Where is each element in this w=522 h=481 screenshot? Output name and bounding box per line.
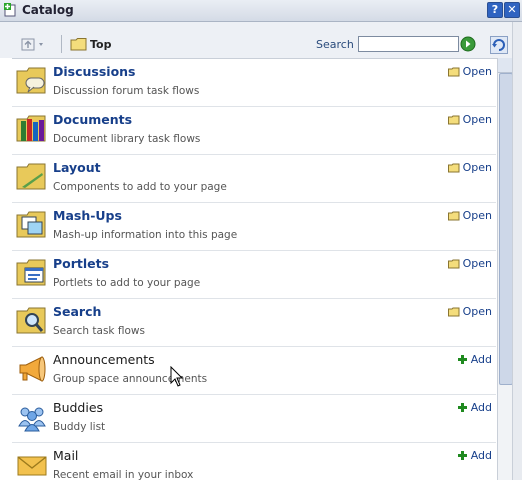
- catalog-toolbar: Top Search: [0, 22, 522, 58]
- item-description: Document library task flows: [53, 133, 201, 145]
- search-go-icon[interactable]: [460, 36, 476, 52]
- add-link[interactable]: Add: [457, 401, 492, 414]
- item-description: Components to add to your page: [53, 181, 227, 193]
- folder-icon: [70, 38, 87, 51]
- item-name[interactable]: Discussions: [53, 64, 136, 79]
- open-link[interactable]: Open: [447, 209, 492, 222]
- list-item-announcements[interactable]: Announcements Group space announcements …: [12, 347, 496, 395]
- window-edge: [512, 22, 522, 480]
- list-item-search[interactable]: Search Search task flows Open: [12, 299, 496, 347]
- title-bar: Catalog ? ✕: [0, 0, 522, 22]
- item-description: Discussion forum task flows: [53, 85, 200, 97]
- item-description: Buddy list: [53, 421, 106, 433]
- open-link[interactable]: Open: [447, 113, 492, 126]
- toolbar-separator: [61, 35, 62, 53]
- scroll-up-button[interactable]: [498, 58, 512, 73]
- discussion-folder-icon: [16, 67, 46, 94]
- layout-folder-icon: [16, 163, 46, 190]
- open-link[interactable]: Open: [447, 305, 492, 318]
- add-label[interactable]: Add: [471, 449, 492, 462]
- mail-icon: [17, 456, 47, 476]
- open-label[interactable]: Open: [463, 65, 492, 78]
- item-name[interactable]: Search: [53, 304, 101, 319]
- item-name[interactable]: Buddies: [53, 400, 103, 415]
- item-name[interactable]: Announcements: [53, 352, 155, 367]
- scroll-thumb[interactable]: [499, 73, 513, 385]
- search-label: Search: [316, 38, 354, 51]
- item-description: Recent email in your inbox: [53, 469, 194, 481]
- mouse-cursor-icon: [170, 366, 184, 387]
- open-label[interactable]: Open: [463, 305, 492, 318]
- list-item-mashups[interactable]: Mash-Ups Mash-up information into this p…: [12, 203, 496, 251]
- portlets-folder-icon: [16, 259, 46, 286]
- search-folder-icon: [16, 307, 46, 334]
- catalog-list: Discussions Discussion forum task flows …: [12, 58, 497, 481]
- window-title: Catalog: [22, 3, 74, 17]
- add-link[interactable]: Add: [457, 449, 492, 462]
- list-item-buddies[interactable]: Buddies Buddy list Add: [12, 395, 496, 443]
- add-plus-icon: [457, 355, 467, 364]
- add-plus-icon: [457, 451, 467, 460]
- list-item-portlets[interactable]: Portlets Portlets to add to your page Op…: [12, 251, 496, 299]
- breadcrumb-top[interactable]: Top: [90, 38, 111, 51]
- refresh-icon[interactable]: [490, 36, 508, 54]
- list-item-discussions[interactable]: Discussions Discussion forum task flows …: [12, 59, 496, 107]
- up-folder-icon[interactable]: [21, 36, 47, 52]
- open-label[interactable]: Open: [463, 161, 492, 174]
- add-label[interactable]: Add: [471, 353, 492, 366]
- documents-folder-icon: [16, 115, 46, 142]
- open-label[interactable]: Open: [463, 113, 492, 126]
- mashups-folder-icon: [16, 211, 46, 238]
- open-label[interactable]: Open: [463, 257, 492, 270]
- open-link[interactable]: Open: [447, 257, 492, 270]
- item-name[interactable]: Mail: [53, 448, 78, 463]
- close-button[interactable]: ✕: [504, 2, 520, 18]
- add-label[interactable]: Add: [471, 401, 492, 414]
- open-label[interactable]: Open: [463, 209, 492, 222]
- open-folder-icon: [447, 307, 460, 316]
- list-item-mail[interactable]: Mail Recent email in your inbox Add: [12, 443, 496, 481]
- list-item-documents[interactable]: Documents Document library task flows Op…: [12, 107, 496, 155]
- catalog-icon: [4, 3, 16, 17]
- item-name[interactable]: Portlets: [53, 256, 109, 271]
- open-folder-icon: [447, 67, 460, 76]
- open-link[interactable]: Open: [447, 65, 492, 78]
- item-description: Search task flows: [53, 325, 145, 337]
- open-link[interactable]: Open: [447, 161, 492, 174]
- open-folder-icon: [447, 115, 460, 124]
- item-name[interactable]: Documents: [53, 112, 132, 127]
- item-name[interactable]: Layout: [53, 160, 101, 175]
- megaphone-icon: [19, 356, 46, 382]
- item-name[interactable]: Mash-Ups: [53, 208, 122, 223]
- list-scrollbar[interactable]: [497, 58, 513, 480]
- add-plus-icon: [457, 403, 467, 412]
- open-folder-icon: [447, 259, 460, 268]
- item-description: Mash-up information into this page: [53, 229, 238, 241]
- help-button[interactable]: ?: [487, 2, 503, 18]
- open-folder-icon: [447, 163, 460, 172]
- buddies-icon: [18, 407, 46, 432]
- list-item-layout[interactable]: Layout Components to add to your page Op…: [12, 155, 496, 203]
- item-description: Portlets to add to your page: [53, 277, 201, 289]
- open-folder-icon: [447, 211, 460, 220]
- add-link[interactable]: Add: [457, 353, 492, 366]
- search-input[interactable]: [358, 36, 459, 52]
